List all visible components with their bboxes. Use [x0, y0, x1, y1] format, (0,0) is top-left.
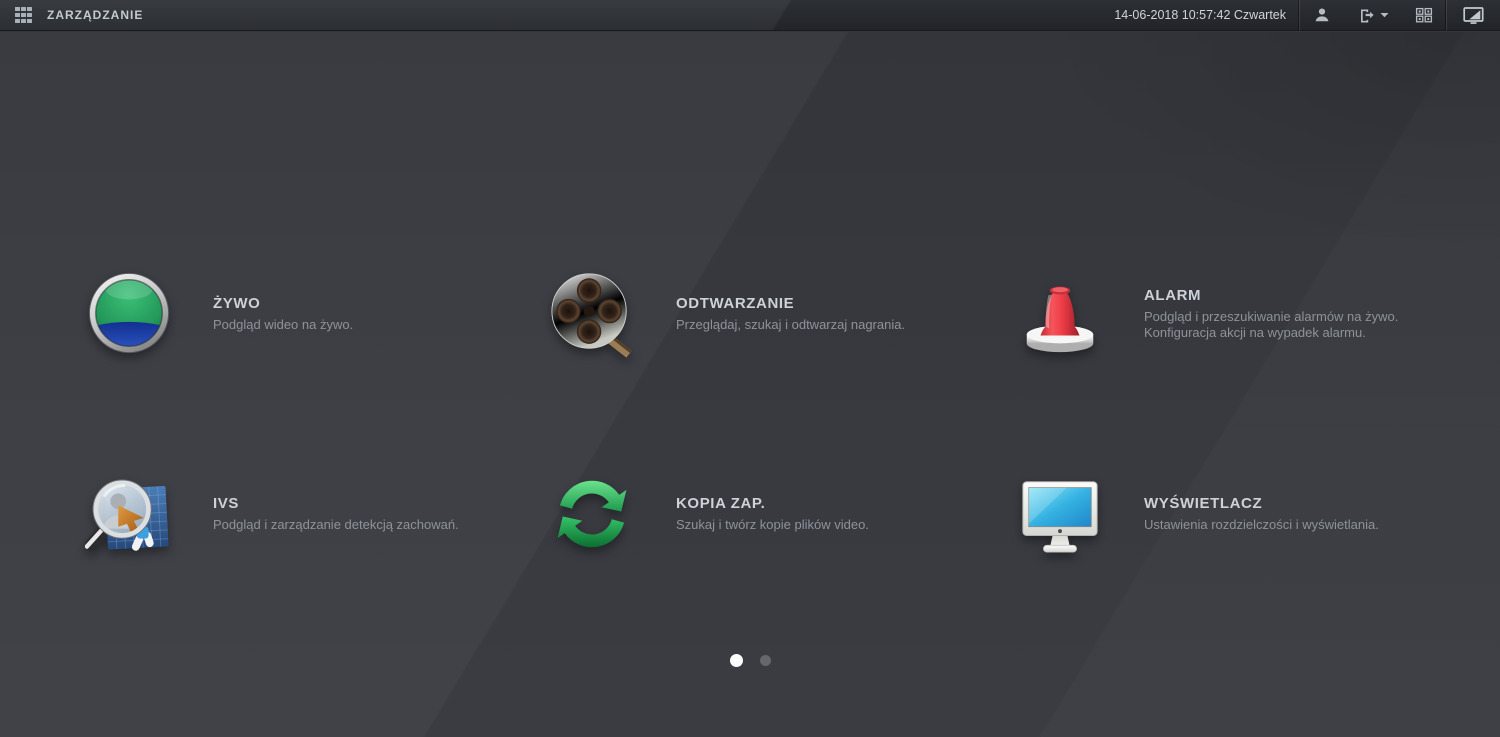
monitor-switch-button[interactable] — [1447, 0, 1500, 31]
apps-grid-icon[interactable] — [15, 6, 32, 24]
menu-item-title: WYŚWIETLACZ — [1144, 495, 1263, 512]
red-siren-icon — [1016, 270, 1104, 358]
menu-item-title: ŻYWO — [213, 295, 261, 312]
monitor-switch-icon — [1463, 6, 1484, 24]
menu-item-title: ODTWARZANIE — [676, 295, 795, 312]
logout-icon — [1361, 9, 1374, 23]
film-reel-icon — [548, 270, 636, 358]
user-icon — [1315, 8, 1329, 22]
menu-item-desc: Ustawienia rozdzielczości i wyświetlania… — [1144, 517, 1379, 532]
menu-item-title: IVS — [213, 495, 239, 512]
menu-item-ivs[interactable]: IVS Podgląd i zarządzanie detekcją zacho… — [84, 468, 515, 560]
menu-item-text: WYŚWIETLACZ Ustawienia rozdzielczości i … — [1144, 495, 1379, 533]
screen-layout-icon — [1415, 7, 1433, 23]
menu-item-title: ALARM — [1144, 287, 1202, 304]
pagination — [0, 654, 1500, 667]
menu-item-playback[interactable]: ODTWARZANIE Przeglądaj, szukaj i odtwarz… — [548, 268, 978, 360]
main-background: ŻYWO Podgląd wideo na żywo. ODTWARZANIE … — [0, 32, 1500, 737]
green-sync-arrows-icon — [548, 470, 636, 558]
blue-monitor-icon — [1016, 470, 1104, 558]
page-dot-2[interactable] — [759, 655, 771, 666]
user-button[interactable] — [1300, 0, 1344, 31]
menu-item-title: KOPIA ZAP. — [676, 495, 766, 512]
page-dot-1[interactable] — [729, 654, 743, 667]
menu-item-text: ALARM Podgląd i przeszukiwanie alarmów n… — [1144, 287, 1398, 341]
screen-layout-button[interactable] — [1402, 0, 1446, 31]
menu-item-live[interactable]: ŻYWO Podgląd wideo na żywo. — [85, 268, 515, 360]
topbar: ZARZĄDZANIE 14-06-2018 10:57:42 Czwartek — [0, 0, 1500, 31]
menu-item-text: KOPIA ZAP. Szukaj i twórz kopie plików v… — [676, 495, 869, 533]
topbar-right: 14-06-2018 10:57:42 Czwartek — [1114, 0, 1500, 31]
menu-item-text: ODTWARZANIE Przeglądaj, szukaj i odtwarz… — [676, 295, 905, 333]
menu-item-text: IVS Podgląd i zarządzanie detekcją zacho… — [213, 495, 459, 533]
page-title: ZARZĄDZANIE — [47, 8, 144, 22]
menu-item-alarm[interactable]: ALARM Podgląd i przeszukiwanie alarmów n… — [1016, 268, 1446, 360]
datetime-label: 14-06-2018 10:57:42 Czwartek — [1114, 8, 1286, 22]
live-lens-icon — [85, 270, 173, 358]
menu-item-display[interactable]: WYŚWIETLACZ Ustawienia rozdzielczości i … — [1016, 468, 1446, 560]
menu-item-desc: Podgląd wideo na żywo. — [213, 317, 354, 332]
topbar-left: ZARZĄDZANIE — [0, 6, 144, 24]
menu-item-desc: Podgląd i przeszukiwanie alarmów na żywo… — [1144, 309, 1399, 324]
menu-item-backup[interactable]: KOPIA ZAP. Szukaj i twórz kopie plików v… — [548, 468, 978, 560]
menu-item-text: ŻYWO Podgląd wideo na żywo. — [213, 295, 353, 333]
menu-item-desc: Szukaj i twórz kopie plików video. — [676, 517, 869, 532]
caret-down-icon — [1380, 13, 1389, 18]
menu-item-desc: Podgląd i zarządzanie detekcją zachowań. — [213, 517, 459, 532]
logout-button[interactable] — [1344, 0, 1402, 31]
magnifier-detection-icon — [84, 470, 173, 558]
menu-item-desc: Przeglądaj, szukaj i odtwarzaj nagrania. — [676, 317, 906, 332]
menu-item-desc2: Konfiguracja akcji na wypadek alarmu. — [1144, 325, 1366, 340]
